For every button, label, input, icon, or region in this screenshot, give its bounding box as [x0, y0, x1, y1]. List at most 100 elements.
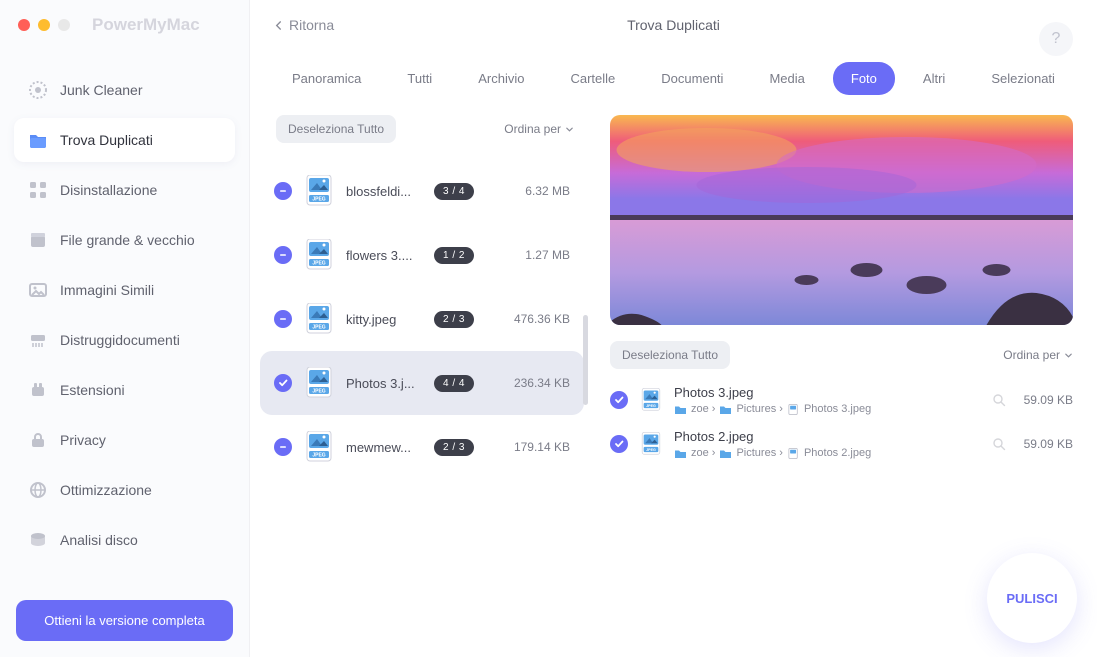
file-size: 1.27 MB	[525, 248, 570, 262]
sidebar-item-label: Analisi disco	[60, 532, 138, 548]
dup-sort-label: Ordina per	[1003, 348, 1060, 362]
file-name: blossfeldi...	[346, 184, 422, 199]
dup-file-size: 59.09 KB	[1024, 437, 1073, 451]
row-checkbox[interactable]	[274, 374, 292, 392]
file-row[interactable]: kitty.jpeg 2 / 3 476.36 KB	[260, 287, 584, 351]
tab-foto[interactable]: Foto	[833, 62, 895, 95]
row-checkbox[interactable]	[274, 246, 292, 264]
tab-panoramica[interactable]: Panoramica	[274, 62, 379, 95]
file-row[interactable]: mewmew... 2 / 3 179.14 KB	[260, 415, 584, 479]
page-title: Trova Duplicati	[627, 17, 720, 33]
duplicate-row[interactable]: Photos 3.jpeg zoe › Pictures › Photos 3.…	[610, 385, 1073, 415]
file-row[interactable]: flowers 3.... 1 / 2 1.27 MB	[260, 223, 584, 287]
sidebar-item-label: Immagini Simili	[60, 282, 154, 298]
dup-sort-dropdown[interactable]: Ordina per	[1003, 348, 1073, 362]
folder-icon	[28, 130, 48, 150]
sidebar-item-4[interactable]: Immagini Simili	[14, 268, 235, 312]
tab-altri[interactable]: Altri	[905, 62, 963, 95]
shredder-icon	[28, 330, 48, 350]
deselect-all-button[interactable]: Deseleziona Tutto	[276, 115, 396, 143]
sidebar-item-5[interactable]: Distruggidocumenti	[14, 318, 235, 362]
sidebar-item-8[interactable]: Ottimizzazione	[14, 468, 235, 512]
file-name: kitty.jpeg	[346, 312, 422, 327]
sidebar-item-label: Disinstallazione	[60, 182, 157, 198]
file-name: Photos 3.j...	[346, 376, 422, 391]
tab-documenti[interactable]: Documenti	[643, 62, 741, 95]
sidebar-item-label: Privacy	[60, 432, 106, 448]
sidebar-item-0[interactable]: Junk Cleaner	[14, 68, 235, 112]
dup-file-name: Photos 3.jpeg	[674, 385, 980, 400]
lock-icon	[28, 430, 48, 450]
chevron-left-icon	[274, 21, 283, 30]
dup-deselect-all-button[interactable]: Deseleziona Tutto	[610, 341, 730, 369]
file-row[interactable]: blossfeldi... 3 / 4 6.32 MB	[260, 159, 584, 223]
reveal-icon[interactable]	[992, 437, 1006, 451]
globe-icon	[28, 480, 48, 500]
count-badge: 1 / 2	[434, 247, 474, 264]
apps-icon	[28, 180, 48, 200]
file-name: flowers 3....	[346, 248, 422, 263]
chevron-down-icon	[565, 125, 574, 134]
sidebar-item-1[interactable]: Trova Duplicati	[14, 118, 235, 162]
jpeg-icon	[640, 432, 662, 456]
row-checkbox[interactable]	[274, 438, 292, 456]
file-size: 6.32 MB	[525, 184, 570, 198]
duplicate-row[interactable]: Photos 2.jpeg zoe › Pictures › Photos 2.…	[610, 429, 1073, 459]
jpeg-icon	[304, 431, 334, 463]
sort-label: Ordina per	[504, 122, 561, 136]
reveal-icon[interactable]	[992, 393, 1006, 407]
disk-icon	[28, 530, 48, 550]
file-size: 236.34 KB	[514, 376, 570, 390]
clean-button[interactable]: PULISCI	[987, 553, 1077, 643]
count-badge: 4 / 4	[434, 375, 474, 392]
back-label: Ritorna	[289, 17, 334, 33]
sidebar-item-label: File grande & vecchio	[60, 232, 195, 248]
jpeg-icon	[304, 175, 334, 207]
sidebar-item-label: Trova Duplicati	[60, 132, 153, 148]
tab-archivio[interactable]: Archivio	[460, 62, 542, 95]
help-button[interactable]: ?	[1039, 22, 1073, 56]
sidebar-item-9[interactable]: Analisi disco	[14, 518, 235, 562]
app-brand: PowerMyMac	[92, 15, 200, 35]
get-full-version-button[interactable]: Ottieni la versione completa	[16, 600, 233, 641]
count-badge: 2 / 3	[434, 311, 474, 328]
file-name: mewmew...	[346, 440, 422, 455]
image-icon	[28, 280, 48, 300]
tab-selezionati[interactable]: Selezionati	[973, 62, 1073, 95]
jpeg-icon	[304, 239, 334, 271]
sidebar-item-2[interactable]: Disinstallazione	[14, 168, 235, 212]
traffic-zoom[interactable]	[58, 19, 70, 31]
tab-cartelle[interactable]: Cartelle	[552, 62, 633, 95]
traffic-close[interactable]	[18, 19, 30, 31]
count-badge: 3 / 4	[434, 183, 474, 200]
scrollbar-thumb[interactable]	[583, 315, 588, 405]
jpeg-icon	[304, 367, 334, 399]
file-row[interactable]: Photos 3.j... 4 / 4 236.34 KB	[260, 351, 584, 415]
row-checkbox[interactable]	[274, 310, 292, 328]
traffic-minimize[interactable]	[38, 19, 50, 31]
sidebar-item-3[interactable]: File grande & vecchio	[14, 218, 235, 262]
file-size: 179.14 KB	[514, 440, 570, 454]
file-size: 476.36 KB	[514, 312, 570, 326]
sidebar-item-7[interactable]: Privacy	[14, 418, 235, 462]
sort-dropdown[interactable]: Ordina per	[504, 122, 574, 136]
dup-file-path: zoe › Pictures › Photos 3.jpeg	[674, 403, 980, 415]
tab-media[interactable]: Media	[751, 62, 822, 95]
jpeg-icon	[304, 303, 334, 335]
tab-tutti[interactable]: Tutti	[389, 62, 450, 95]
dup-file-size: 59.09 KB	[1024, 393, 1073, 407]
sidebar-item-label: Junk Cleaner	[60, 82, 143, 98]
dup-checkbox[interactable]	[610, 435, 628, 453]
dup-checkbox[interactable]	[610, 391, 628, 409]
dup-file-path: zoe › Pictures › Photos 2.jpeg	[674, 447, 980, 459]
back-button[interactable]: Ritorna	[274, 17, 334, 33]
sidebar-item-label: Estensioni	[60, 382, 125, 398]
sidebar-item-6[interactable]: Estensioni	[14, 368, 235, 412]
sidebar-item-label: Ottimizzazione	[60, 482, 152, 498]
chevron-down-icon	[1064, 351, 1073, 360]
sidebar-item-label: Distruggidocumenti	[60, 332, 180, 348]
plugin-icon	[28, 380, 48, 400]
jpeg-icon	[640, 388, 662, 412]
brush-icon	[28, 80, 48, 100]
row-checkbox[interactable]	[274, 182, 292, 200]
